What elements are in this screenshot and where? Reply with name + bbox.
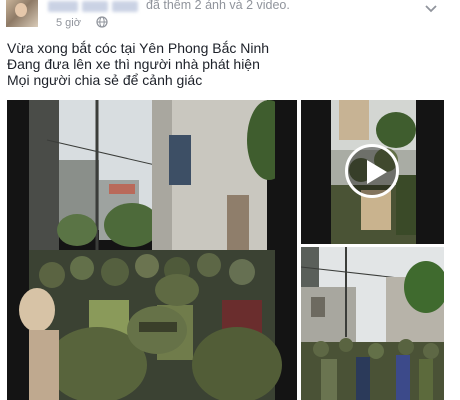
post-timestamp[interactable]: 5 giờ xyxy=(56,17,81,29)
post-text-line: Đang đưa lên xe thì người nhà phát hiện xyxy=(7,56,260,72)
globe-icon xyxy=(96,16,108,28)
post-text: Vừa xong bắt cóc tại Yên Phong Bắc Ninh … xyxy=(7,40,447,88)
post-text-line: Mọi người chia sẻ để cảnh giác xyxy=(7,72,203,88)
media-photo-2[interactable] xyxy=(301,247,444,400)
post-card: đã thêm 2 ảnh và 2 video. 5 giờ Vừa xong… xyxy=(0,0,460,400)
post-action-text: đã thêm 2 ảnh và 2 video. xyxy=(146,0,290,12)
post-text-line: Vừa xong bắt cóc tại Yên Phong Bắc Ninh xyxy=(7,40,270,56)
author-name-redacted[interactable] xyxy=(48,1,140,13)
media-photo-main[interactable] xyxy=(7,100,297,400)
play-button[interactable] xyxy=(345,144,399,198)
chevron-down-icon[interactable] xyxy=(424,4,438,14)
author-avatar[interactable] xyxy=(6,0,38,27)
media-video-1[interactable] xyxy=(301,100,444,244)
